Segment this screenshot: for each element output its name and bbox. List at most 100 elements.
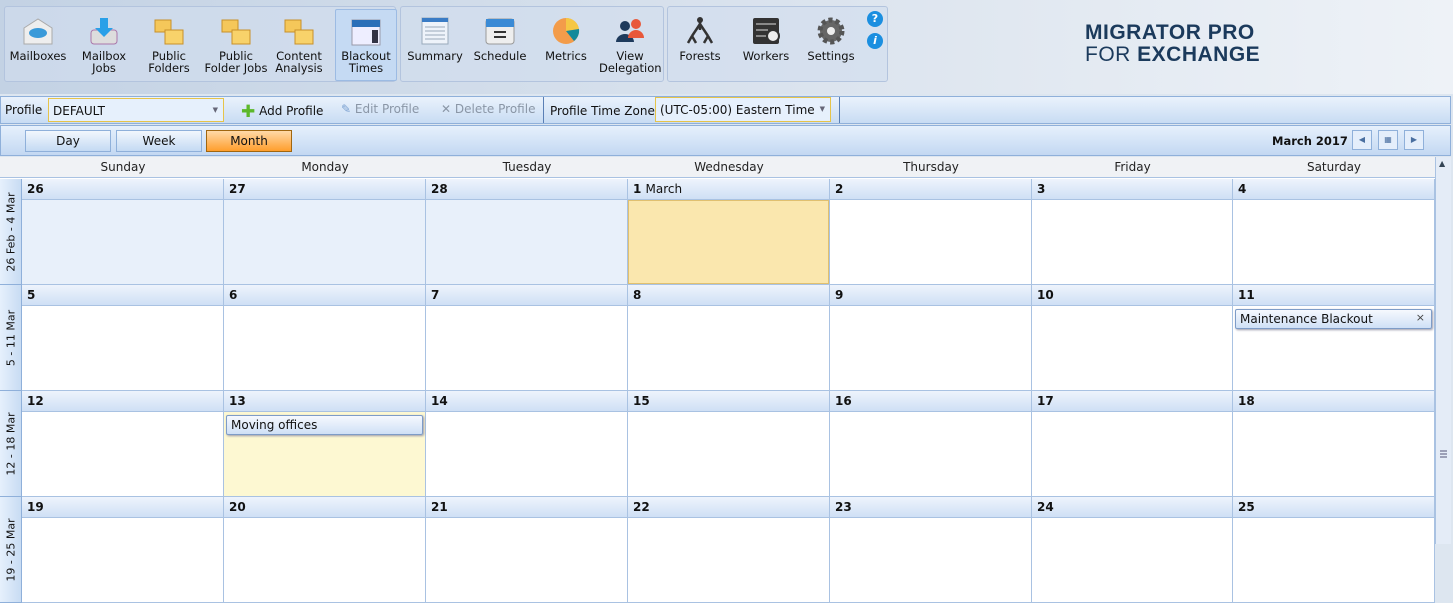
day-cell-header[interactable]: 21 [426,497,627,518]
day-cell-header[interactable]: 5 [22,285,223,306]
day-cell-header[interactable]: 25 [1233,497,1434,518]
day-cell[interactable]: 8 [628,285,830,391]
info-icon[interactable]: i [867,33,883,49]
day-cell-header[interactable]: 15 [628,391,829,412]
toolbar-button-public-folders[interactable]: Public Folders [138,9,200,81]
week-label[interactable]: 5 - 11 Mar [0,285,22,391]
profile-label: Profile [5,103,43,117]
appointment[interactable]: Maintenance Blackout × [1235,309,1432,329]
day-cell[interactable]: 11 Maintenance Blackout × [1233,285,1435,391]
day-cell-header[interactable]: 12 [22,391,223,412]
day-cell-header[interactable]: 6 [224,285,425,306]
day-cell-header[interactable]: 23 [830,497,1031,518]
day-cell[interactable]: 17 [1032,391,1233,497]
edit-profile-button[interactable]: ✎ Edit Profile [341,102,419,116]
day-cell[interactable]: 15 [628,391,830,497]
day-cell[interactable]: 4 [1233,179,1435,285]
day-cell-header[interactable]: 3 [1032,179,1232,200]
close-icon[interactable]: × [1416,311,1425,324]
day-cell[interactable]: 14 [426,391,628,497]
next-month-button[interactable]: ▶ [1404,130,1424,150]
day-cell[interactable]: 10 [1032,285,1233,391]
day-cell-header[interactable]: 11 [1233,285,1434,306]
toolbar-button-summary[interactable]: Summary [403,9,467,81]
day-cell[interactable]: 18 [1233,391,1435,497]
day-number: 6 [229,288,238,302]
toolbar-button-metrics[interactable]: Metrics [534,9,598,81]
timezone-value: (UTC-05:00) Eastern Time [660,103,815,117]
day-cell[interactable]: 27 [224,179,426,285]
day-cell-header[interactable]: 13 [224,391,425,412]
toolbar-button-mailboxes[interactable]: Mailboxes [6,9,70,81]
summary-icon [419,16,451,46]
day-cell[interactable]: 3 [1032,179,1233,285]
chevron-down-icon: ▼ [819,105,825,113]
day-cell[interactable]: 9 [830,285,1032,391]
day-cell[interactable]: 23 [830,497,1032,603]
day-cell-header[interactable]: 8 [628,285,829,306]
day-cell-header[interactable]: 10 [1032,285,1232,306]
toolbar-button-label: Content Analysis [275,49,323,75]
users-icon [614,16,646,46]
day-cell[interactable]: 26 [22,179,224,285]
day-cell[interactable]: 6 [224,285,426,391]
day-cell-header[interactable]: 22 [628,497,829,518]
day-cell-header[interactable]: 28 [426,179,627,200]
day-cell-header[interactable]: 4 [1233,179,1434,200]
day-cell-header[interactable]: 9 [830,285,1031,306]
toolbar-button-workers[interactable]: Workers [734,9,798,81]
toolbar-button-content-analysis[interactable]: Content Analysis [268,9,330,81]
day-cell-header[interactable]: 1 March [628,179,829,200]
day-cell[interactable]: 20 [224,497,426,603]
day-cell[interactable]: 22 [628,497,830,603]
day-number: 23 [835,500,852,514]
toolbar-button-mailbox-jobs[interactable]: Mailbox Jobs [72,9,136,81]
day-cell[interactable]: 2 [830,179,1032,285]
day-cell-header[interactable]: 18 [1233,391,1434,412]
timezone-select[interactable]: (UTC-05:00) Eastern Time ▼ [655,97,831,122]
day-cell-header[interactable]: 16 [830,391,1031,412]
previous-month-button[interactable]: ◀ [1352,130,1372,150]
day-cell[interactable]: 12 [22,391,224,497]
toolbar-button-forests[interactable]: Forests [668,9,732,81]
day-cell-header[interactable]: 2 [830,179,1031,200]
delete-profile-button[interactable]: ✕ Delete Profile [441,102,535,116]
date-picker-button[interactable]: ▦ [1378,130,1398,150]
day-cell[interactable]: 21 [426,497,628,603]
day-cell-header[interactable]: 26 [22,179,223,200]
day-view-button[interactable]: Day [25,130,111,152]
month-view-button[interactable]: Month [206,130,292,152]
day-cell[interactable]: 13 Moving offices [224,391,426,497]
week-label[interactable]: 26 Feb - 4 Mar [0,179,22,285]
add-profile-button[interactable]: ✚ Add Profile [241,102,323,122]
day-cell-header[interactable]: 17 [1032,391,1232,412]
toolbar-button-view-delegation[interactable]: View Delegation [598,9,662,81]
day-cell-header[interactable]: 7 [426,285,627,306]
day-cell[interactable]: 25 [1233,497,1435,603]
toolbar-button-schedule[interactable]: Schedule [468,9,532,81]
week-view-button[interactable]: Week [116,130,202,152]
day-header: Wednesday [628,157,830,178]
appointment[interactable]: Moving offices [226,415,423,435]
day-cell[interactable]: 24 [1032,497,1233,603]
toolbar-button-blackout-times[interactable]: Blackout Times [335,9,397,81]
day-cell-header[interactable]: 27 [224,179,425,200]
week-label[interactable]: 19 - 25 Mar [0,497,22,603]
profile-select[interactable]: DEFAULT ▼ [48,98,224,122]
day-cell-header[interactable]: 20 [224,497,425,518]
day-cell[interactable]: 5 [22,285,224,391]
scrollbar-thumb[interactable] [1437,444,1450,464]
week-label[interactable]: 12 - 18 Mar [0,391,22,497]
day-cell[interactable]: 28 [426,179,628,285]
day-cell-header[interactable]: 19 [22,497,223,518]
day-cell[interactable]: 19 [22,497,224,603]
day-cell[interactable]: 16 [830,391,1032,497]
day-cell[interactable]: 1 March [628,179,830,285]
day-cell-header[interactable]: 14 [426,391,627,412]
day-cell-header[interactable]: 24 [1032,497,1232,518]
toolbar-button-settings[interactable]: Settings [799,9,863,81]
help-icon[interactable]: ? [867,11,883,27]
vertical-scrollbar[interactable]: ▲ [1435,157,1451,544]
day-cell[interactable]: 7 [426,285,628,391]
toolbar-button-public-folder-jobs[interactable]: Public Folder Jobs [203,9,269,81]
